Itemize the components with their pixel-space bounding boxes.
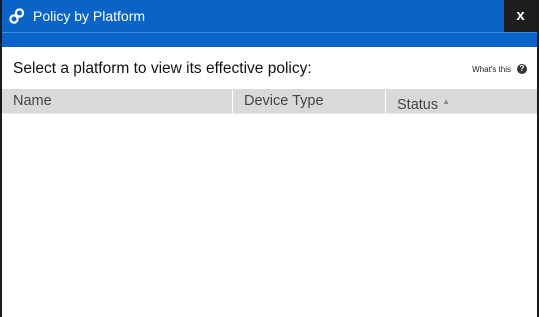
column-header-device-type-label: Device Type (244, 93, 324, 109)
column-header-status-label: Status (397, 97, 439, 113)
column-header-name[interactable]: Name (2, 89, 232, 113)
column-header-name-label: Name (13, 93, 52, 109)
dialog-title: Policy by Platform (33, 8, 146, 24)
sort-ascending-icon: ▲ (442, 97, 451, 106)
whats-this-link[interactable]: What's this ? (472, 64, 527, 74)
column-header-status[interactable]: Status ▲ (385, 89, 537, 113)
platform-prompt-text: Select a platform to view its effective … (13, 60, 312, 77)
column-header-device-type[interactable]: Device Type (232, 89, 385, 113)
whats-this-label: What's this (472, 64, 511, 74)
titlebar-accent-strip (2, 32, 537, 47)
platform-table-body[interactable] (2, 114, 537, 317)
question-circle-icon: ? (517, 64, 527, 74)
close-button[interactable]: x (504, 0, 537, 32)
policy-by-platform-dialog: Policy by Platform x Select a platform t… (0, 0, 539, 317)
dialog-titlebar: Policy by Platform x (2, 0, 537, 32)
policy-link-icon (9, 8, 25, 24)
platform-table-header: Name Device Type Status ▲ (2, 89, 537, 114)
